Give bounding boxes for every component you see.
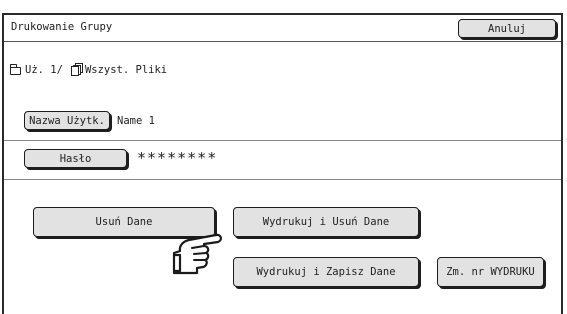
print-and-delete-button[interactable]: Wydrukuj i Usuń Dane	[233, 207, 419, 237]
panel-title: Drukowanie Grupy	[11, 21, 113, 33]
print-and-save-button[interactable]: Wydrukuj i Zapisz Dane	[233, 257, 419, 287]
breadcrumb: Uż. 1/ Wszyst. Pliki	[9, 63, 168, 76]
folder-icon	[9, 63, 21, 75]
title-bar: Drukowanie Grupy Anuluj	[4, 15, 561, 42]
group-print-panel: Drukowanie Grupy Anuluj Uż. 1/ Wszyst. P…	[2, 13, 563, 314]
breadcrumb-user: Uż. 1/	[25, 63, 63, 76]
cancel-button[interactable]: Anuluj	[458, 19, 556, 38]
password-row: Hasło ********	[4, 141, 561, 180]
username-button[interactable]: Nazwa Użytk.	[24, 111, 110, 130]
password-value: ********	[137, 149, 218, 167]
change-print-count-button[interactable]: Zm. nr WYDRUKU	[437, 257, 544, 287]
files-icon	[70, 63, 84, 76]
pointing-hand-icon	[172, 233, 222, 275]
password-button[interactable]: Hasło	[24, 149, 127, 168]
breadcrumb-folder: Wszyst. Pliki	[84, 63, 168, 76]
username-row: Nazwa Użytk. Name 1	[4, 107, 561, 141]
username-value: Name 1	[117, 115, 155, 127]
